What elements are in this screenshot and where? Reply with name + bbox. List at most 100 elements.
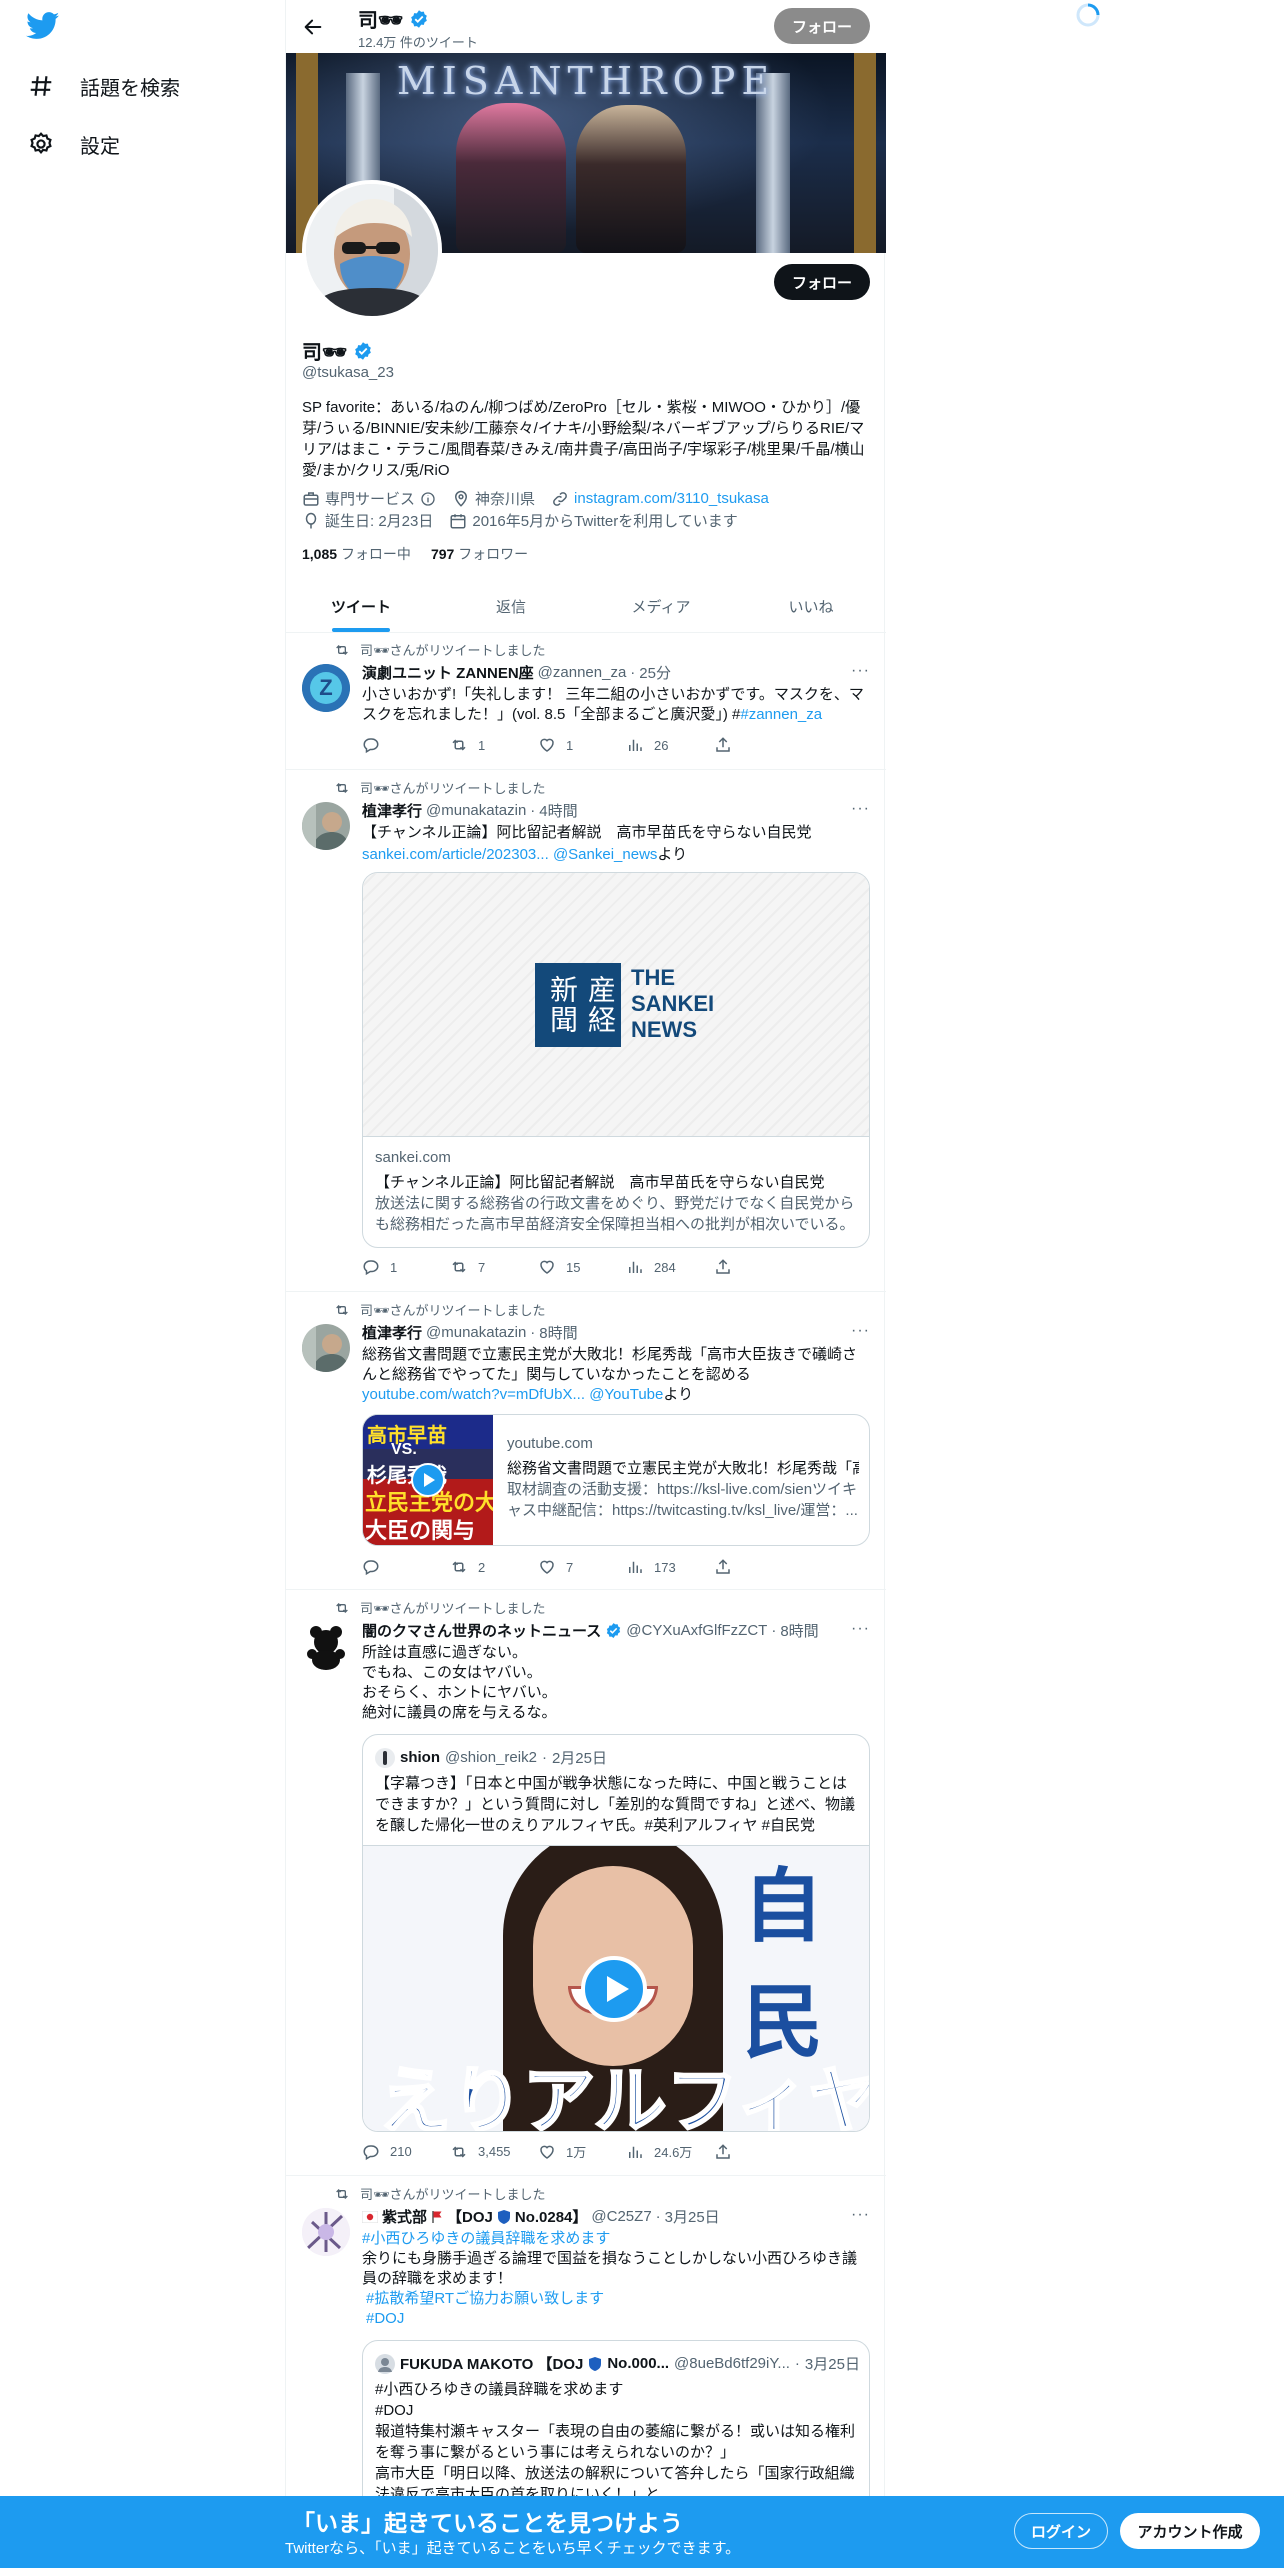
more-options-icon[interactable]: ···: [851, 662, 870, 680]
tweet-time[interactable]: 8時間: [780, 1620, 818, 1641]
main-column: 司🕶 12.4万 件のツイート フォロー MISANTHROPE フォロー 司🕶…: [285, 0, 886, 2568]
tweet-time[interactable]: 25分: [639, 662, 671, 683]
like-button[interactable]: 1万: [538, 2142, 626, 2161]
tweet-author-handle[interactable]: @munakatazin: [426, 1324, 526, 1341]
twitter-logo-icon[interactable]: [26, 12, 62, 48]
play-button-icon[interactable]: [411, 1463, 445, 1497]
tweet-link[interactable]: sankei.com/article/202303...: [362, 846, 549, 863]
views-button[interactable]: 26: [626, 736, 714, 754]
more-options-icon[interactable]: ···: [851, 2206, 870, 2224]
tweet-author-name[interactable]: 紫式部: [382, 2206, 427, 2227]
tab-likes[interactable]: いいね: [736, 580, 886, 632]
tweet-author-name[interactable]: 闇のクマさん世界のネットニュース: [362, 1620, 601, 1641]
tweet-actions: 1 7 15 284: [362, 1258, 802, 1276]
tweet-author-name[interactable]: 植津孝行: [362, 800, 422, 821]
tweet-author-handle[interactable]: @C25Z7: [591, 2208, 651, 2225]
tweet-time[interactable]: 3月25日: [665, 2206, 720, 2227]
video-corner-text: 自民: [743, 1862, 823, 2067]
retweet-button[interactable]: 2: [450, 1558, 538, 1576]
heart-icon: [538, 2143, 556, 2161]
following-link[interactable]: 1,085 フォロー中: [302, 544, 411, 564]
tweet-time[interactable]: 8時間: [539, 1322, 577, 1343]
bar-chart-icon: [626, 2143, 644, 2161]
back-arrow-icon[interactable]: [302, 16, 324, 38]
share-button[interactable]: [714, 2142, 802, 2161]
avatar[interactable]: [302, 802, 350, 850]
share-button[interactable]: [714, 736, 802, 754]
tweet-author-handle[interactable]: @CYXuAxfGlfFzZCT: [626, 1622, 767, 1639]
tweet-actions: 210 3,455 1万 24.6万: [362, 2142, 802, 2161]
login-button[interactable]: ログイン: [1014, 2513, 1108, 2549]
reply-button[interactable]: 210: [362, 2142, 450, 2161]
header-follow-button[interactable]: フォロー: [774, 8, 870, 44]
avatar[interactable]: Z: [302, 664, 350, 712]
calendar-icon: [449, 512, 467, 530]
like-count: 7: [566, 1559, 574, 1575]
heart-icon: [538, 1558, 556, 1576]
tab-media[interactable]: メディア: [586, 580, 736, 632]
retweet-button[interactable]: 7: [450, 1258, 538, 1276]
like-button[interactable]: 15: [538, 1258, 626, 1276]
tweet-item[interactable]: 司🕶さんがリツイートしました 闇のクマさん世界のネットニュース @CYXuAxf…: [286, 1590, 886, 2176]
profile-avatar[interactable]: [302, 180, 442, 320]
reply-icon: [362, 1258, 380, 1276]
views-button[interactable]: 173: [626, 1558, 714, 1576]
tweet-author-handle[interactable]: @munakatazin: [426, 802, 526, 819]
reply-button[interactable]: [362, 736, 450, 754]
followers-link[interactable]: 797 フォロワー: [431, 544, 528, 564]
tweet-time[interactable]: 4時間: [539, 800, 577, 821]
quoted-tweet[interactable]: shion @shion_reik2 · 2月25日 【字幕つき】「日本と中国が…: [362, 1734, 870, 2132]
tab-replies[interactable]: 返信: [436, 580, 586, 632]
hashtag-link[interactable]: #DOJ: [362, 2309, 870, 2329]
tweet-item[interactable]: 司🕶さんがリツイートしました 植津孝行 @munakatazin · 8時間 総…: [286, 1292, 886, 1590]
avatar[interactable]: [302, 2208, 350, 2256]
tweet-author-name[interactable]: 植津孝行: [362, 1322, 422, 1343]
mention-link[interactable]: @Sankei_news: [553, 846, 657, 863]
tweet-text: 【チャンネル正論】阿比留記者解説 高市早苗氏を守らない自民党: [362, 824, 812, 841]
following-label: フォロー中: [340, 546, 411, 562]
hashtag-link[interactable]: #zannen_za: [740, 706, 822, 723]
share-button[interactable]: [714, 1558, 802, 1576]
sidebar-item-label: 設定: [80, 135, 120, 158]
tweet-item[interactable]: 司🕶さんがリツイートしました Z 演劇ユニット ZANNEN座 @zannen_…: [286, 634, 886, 770]
profile-joined-date: 2016年5月からTwitterを利用しています: [472, 513, 738, 530]
tab-tweets[interactable]: ツイート: [286, 580, 436, 632]
svg-text:Z: Z: [319, 675, 332, 700]
signup-button[interactable]: アカウント作成: [1120, 2513, 1260, 2549]
retweet-button[interactable]: 3,455: [450, 2142, 538, 2161]
more-options-icon[interactable]: ···: [851, 1620, 870, 1638]
avatar[interactable]: [302, 1324, 350, 1372]
mention-link[interactable]: @YouTube: [589, 1386, 663, 1403]
share-button[interactable]: [714, 1258, 802, 1276]
tweet-author-handle[interactable]: @zannen_za: [538, 664, 627, 681]
quote-video[interactable]: 自民 えりアルフィヤ: [363, 1845, 869, 2131]
heart-icon: [538, 1258, 556, 1276]
tweet-author-name[interactable]: 演劇ユニット ZANNEN座: [362, 662, 534, 683]
retweet-icon: [334, 1600, 350, 1616]
sidebar-item-settings[interactable]: 設定: [28, 122, 120, 166]
profile-follow-button[interactable]: フォロー: [774, 264, 870, 300]
video-link-card[interactable]: 高市早苗 VS. 杉尾秀哉 立民主党の大 大臣の関与 youtube.com 総…: [362, 1414, 870, 1546]
retweet-button[interactable]: 1: [450, 736, 538, 754]
sidebar-item-explore[interactable]: 話題を検索: [28, 64, 180, 108]
more-options-icon[interactable]: ···: [851, 800, 870, 818]
views-button[interactable]: 284: [626, 1258, 714, 1276]
play-button-icon[interactable]: [581, 1956, 647, 2022]
link-card[interactable]: 産経新聞 THE SANKEI NEWS sankei.com 【チャンネル正論…: [362, 872, 870, 1248]
quote-author-name: shion: [400, 1749, 440, 1766]
retweet-count: 3,455: [478, 2144, 511, 2159]
like-button[interactable]: 1: [538, 736, 626, 754]
info-icon[interactable]: [420, 491, 436, 507]
tweet-item[interactable]: 司🕶さんがリツイートしました 植津孝行 @munakatazin · 4時間 【…: [286, 770, 886, 1292]
profile-website-link[interactable]: instagram.com/3110_tsukasa: [574, 490, 769, 507]
retweet-icon: [334, 642, 350, 658]
reply-button[interactable]: 1: [362, 1258, 450, 1276]
tweet-link[interactable]: youtube.com/watch?v=mDfUbX...: [362, 1386, 585, 1403]
hashtag-link[interactable]: #小西ひろゆきの議員辞職を求めます: [362, 2229, 870, 2249]
hashtag-link[interactable]: #拡散希望RTご協力お願い致します: [362, 2289, 870, 2309]
like-button[interactable]: 7: [538, 1558, 626, 1576]
more-options-icon[interactable]: ···: [851, 1322, 870, 1340]
avatar[interactable]: [302, 1622, 350, 1670]
reply-button[interactable]: [362, 1558, 450, 1576]
views-button[interactable]: 24.6万: [626, 2142, 714, 2161]
